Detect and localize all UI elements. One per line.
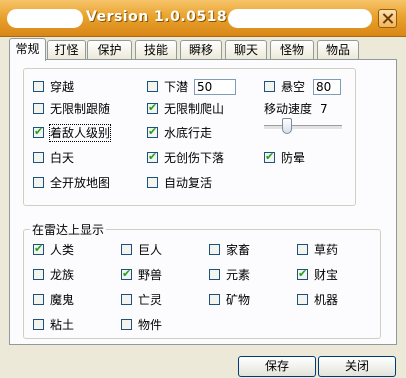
redacted-title-left [7,9,83,28]
title-bar[interactable]: Version 1.0.0518 [0,0,406,37]
checkbox[interactable] [147,81,158,92]
tab-teleport[interactable]: 瞬移 [180,40,222,59]
tab-items[interactable]: 物品 [317,40,359,59]
tab-monsters[interactable]: 怪物 [270,40,314,59]
checkbox-checked[interactable] [297,267,308,280]
move-speed-slider-thumb[interactable] [282,118,292,134]
save-button[interactable]: 保存 [238,356,316,377]
hover-value-input[interactable]: 80 [313,79,341,95]
move-speed-slider-track[interactable] [264,125,342,130]
move-speed-label: 移动速度 [264,102,313,116]
checkbox[interactable] [33,269,44,280]
checkbox-checked[interactable] [33,125,44,138]
tab-chat[interactable]: 聊天 [225,40,267,59]
checkbox-checked[interactable] [147,125,158,138]
checkbox[interactable] [33,294,44,305]
checkbox-checked[interactable] [121,267,132,280]
checkbox[interactable] [209,294,220,305]
checkbox[interactable] [209,244,220,255]
tab-general[interactable]: 常规 [9,38,46,61]
checkbox[interactable] [147,177,158,188]
checkbox[interactable] [33,81,44,92]
radar-group-title: 在雷达上显示 [30,221,107,238]
tab-skills[interactable]: 技能 [135,40,177,59]
checkbox[interactable] [209,269,220,280]
checkbox-checked[interactable] [147,101,158,114]
checkbox[interactable] [297,294,308,305]
window-title: Version 1.0.0518 [86,9,228,25]
checkbox[interactable] [33,177,44,188]
checkbox[interactable] [121,244,132,255]
checkbox[interactable] [33,319,44,330]
checkbox[interactable] [121,319,132,330]
checkbox[interactable] [33,152,44,163]
checkbox[interactable] [121,294,132,305]
checkbox[interactable] [297,244,308,255]
tab-strip: 常规 打怪 保护 技能 瞬移 聊天 怪物 物品 [9,38,399,61]
checkbox-checked[interactable] [264,150,275,163]
main-window: Version 1.0.0518 常规 打怪 保护 技能 瞬移 聊天 怪物 物品… [0,0,406,378]
move-speed-value: 7 [320,102,328,116]
tab-protect[interactable]: 保护 [87,40,132,59]
checkbox[interactable] [264,81,275,92]
checkbox[interactable] [33,103,44,114]
checkbox-checked[interactable] [33,242,44,255]
tab-combat[interactable]: 打怪 [47,40,86,59]
close-window-button[interactable] [378,9,397,28]
close-button[interactable]: 关闭 [318,356,396,377]
redacted-title-right [228,9,372,28]
dive-value-input[interactable]: 50 [194,79,236,95]
checkbox-checked[interactable] [147,150,158,163]
